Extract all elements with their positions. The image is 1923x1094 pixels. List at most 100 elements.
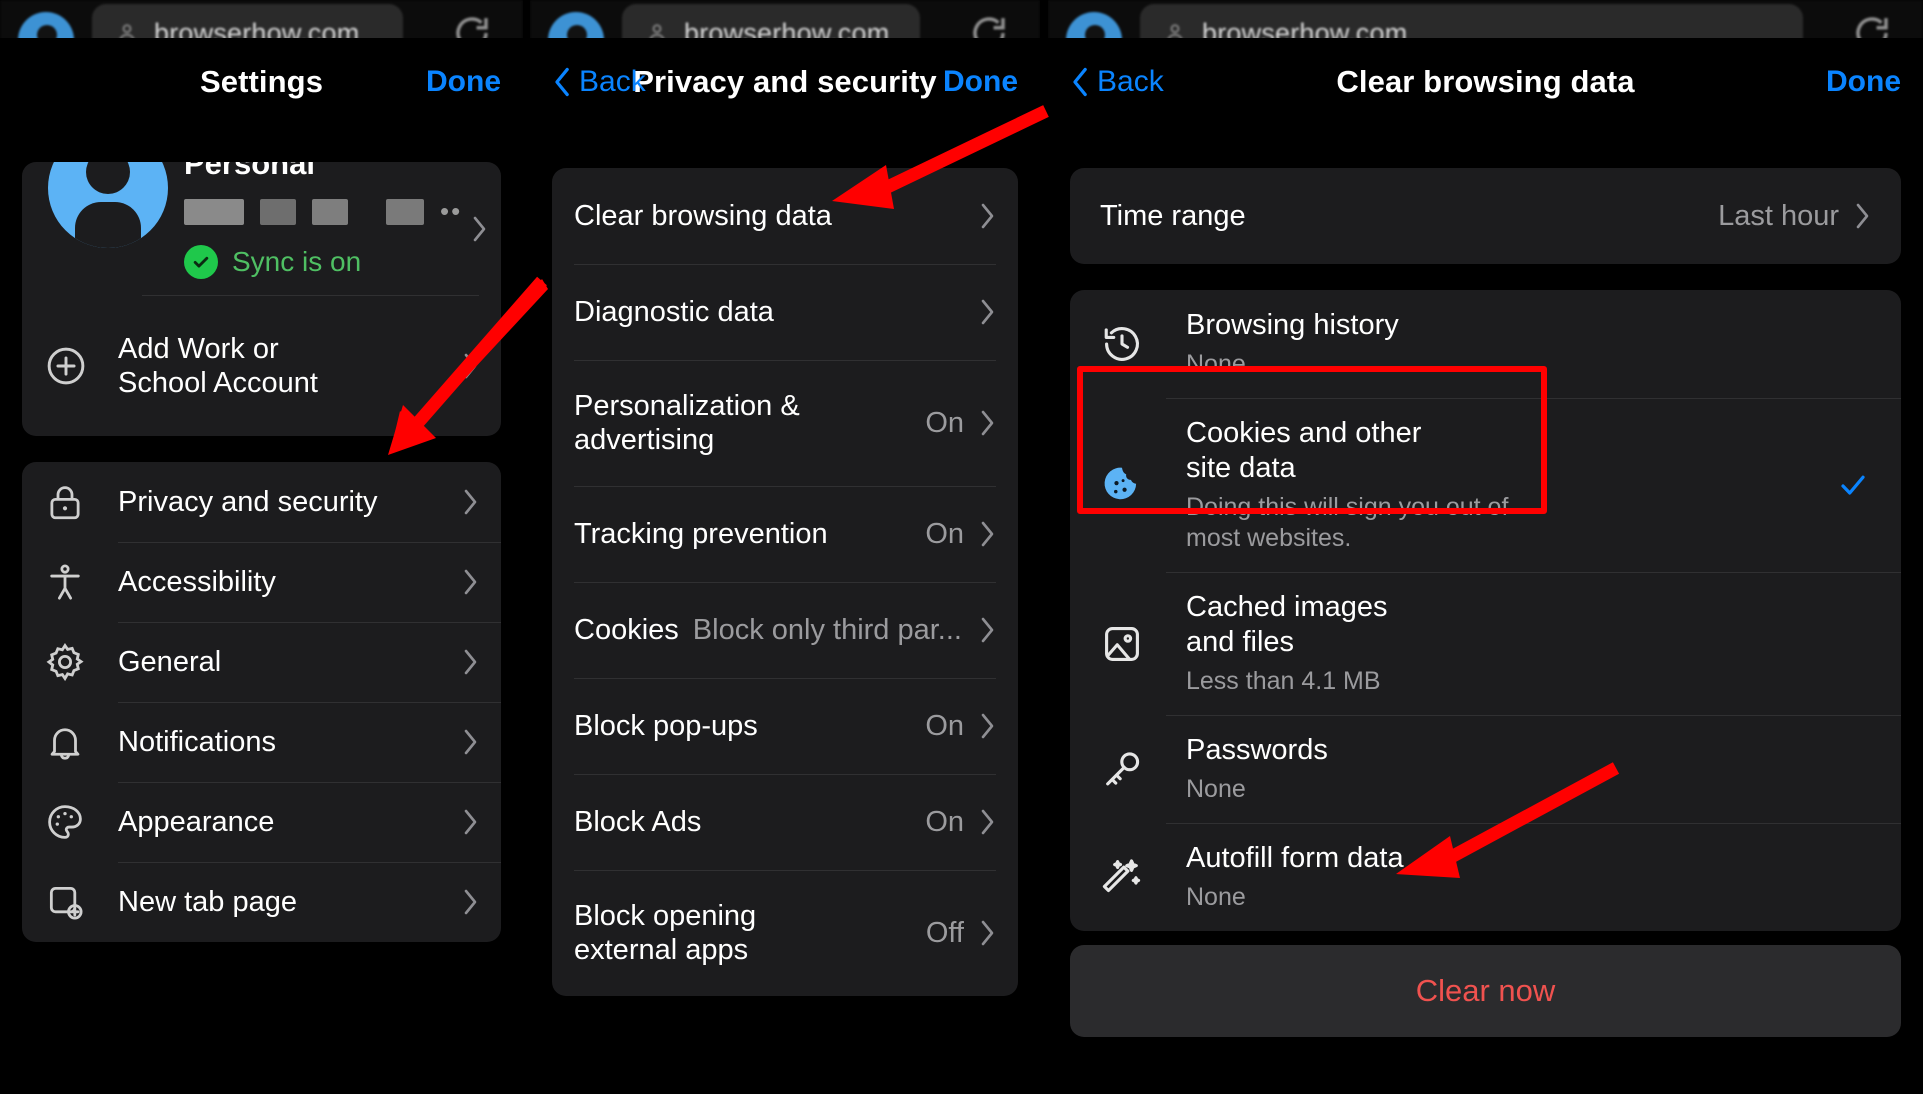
data-type-cached-images-and-files[interactable]: Cached images and files Less than 4.1 MB [1070, 572, 1901, 715]
menu-item-block-opening-external-apps[interactable]: Block opening external apps Off [552, 870, 1018, 996]
menu-item-label: Tracking prevention [574, 517, 828, 550]
settings-content: Personal •• Sync is on Add Work or Schoo… [0, 126, 523, 1094]
redacted-email-dots: •• [440, 196, 463, 226]
chevron-right-icon [447, 568, 479, 596]
settings-navbar: Settings Done [0, 38, 523, 126]
accessibility-icon [44, 561, 118, 603]
time-range-value: Last hour [1718, 199, 1839, 232]
data-type-sub: None [1186, 349, 1246, 378]
sidebar-item-general[interactable]: General [22, 622, 501, 702]
menu-item-block-ads[interactable]: Block Ads On [552, 774, 1018, 870]
data-type-text: Autofill form data None [1186, 823, 1831, 931]
sidebar-item-new-tab-page[interactable]: New tab page [22, 862, 501, 942]
menu-item-diagnostic-data[interactable]: Diagnostic data [552, 264, 1018, 360]
menu-item-label: Personalization & advertising [574, 389, 800, 456]
data-type-label: Cached images and files [1186, 591, 1388, 658]
clear-now-label: Clear now [1415, 973, 1556, 1009]
menu-item-label: Clear browsing data [574, 199, 832, 232]
chevron-right-icon [447, 888, 479, 916]
done-button[interactable]: Done [943, 65, 1018, 99]
plus-circle-icon [44, 344, 118, 388]
cookie-icon [1100, 463, 1186, 507]
bell-icon [44, 721, 118, 763]
chevron-left-icon [555, 67, 569, 97]
clear-now-button[interactable]: Clear now [1070, 945, 1901, 1038]
chevron-left-icon [1073, 67, 1087, 97]
lock-icon [44, 481, 118, 523]
profile-card: Personal •• Sync is on Add Work or Schoo… [22, 162, 501, 437]
done-button[interactable]: Done [426, 65, 501, 99]
data-type-autofill-form-data[interactable]: Autofill form data None [1070, 823, 1901, 931]
chevron-right-icon [447, 352, 479, 380]
profile-row[interactable]: Personal •• Sync is on [22, 162, 501, 295]
privacy-sheet: Back Privacy and security Done Clear bro… [530, 38, 1040, 1094]
privacy-list-card: Clear browsing data Diagnostic data Pers… [552, 168, 1018, 996]
settings-list-card: Privacy and security Accessibility Gener… [22, 462, 501, 943]
cookie-glyph [1104, 467, 1137, 500]
menu-item-block-pop-ups[interactable]: Block pop-ups On [552, 678, 1018, 774]
sidebar-item-accessibility[interactable]: Accessibility [22, 542, 501, 622]
data-type-label: Passwords [1186, 733, 1328, 766]
time-range-card: Time range Last hour [1070, 168, 1901, 264]
privacy-navbar: Back Privacy and security Done [530, 38, 1040, 126]
sidebar-item-label: Notifications [118, 726, 276, 759]
privacy-and-security-panel: browserhow.com Back Privacy and security… [530, 0, 1040, 1094]
menu-item-label: Block pop-ups [574, 709, 758, 742]
chevron-right-icon [1839, 202, 1871, 230]
sidebar-item-privacy-and-security[interactable]: Privacy and security [22, 462, 501, 542]
sidebar-item-label: New tab page [118, 886, 297, 919]
chevron-right-icon [964, 520, 996, 548]
account-avatar-icon [48, 162, 168, 248]
sync-status-label: Sync is on [232, 246, 362, 277]
menu-item-value: Off [925, 916, 964, 949]
clear-data-content: Time range Last hour Browsing history No… [1048, 126, 1923, 1094]
menu-item-personalization-and-advertising[interactable]: Personalization & advertising On [552, 360, 1018, 486]
data-type-label: Browsing history [1186, 309, 1399, 341]
time-range-row[interactable]: Time range Last hour [1070, 168, 1901, 264]
chevron-right-icon [964, 409, 996, 437]
menu-item-value: Block only third par... [692, 613, 962, 646]
data-type-label: Cookies and other site data [1186, 417, 1422, 484]
data-type-passwords[interactable]: Passwords None [1070, 714, 1901, 823]
data-type-label: Autofill form data [1186, 842, 1404, 875]
menu-item-tracking-prevention[interactable]: Tracking prevention On [552, 486, 1018, 582]
data-type-sub: Less than 4.1 MB [1186, 666, 1381, 695]
back-button[interactable]: Back [552, 65, 646, 99]
page-title: Clear browsing data [1336, 64, 1635, 99]
sidebar-item-notifications[interactable]: Notifications [22, 702, 501, 782]
sidebar-item-label: Appearance [118, 806, 275, 839]
chevron-right-icon [447, 808, 479, 836]
data-type-text: Passwords None [1186, 715, 1831, 823]
menu-item-cookies[interactable]: Cookies Block only third par... [552, 582, 1018, 678]
clear-data-sheet: Back Clear browsing data Done Time range… [1048, 38, 1923, 1094]
gear-icon [44, 641, 118, 683]
data-type-cookies-and-site-data[interactable]: Cookies and other site data Doing this w… [1070, 398, 1901, 572]
chevron-right-icon [447, 648, 479, 676]
chevron-right-icon [447, 488, 479, 516]
settings-sheet: Settings Done Personal •• Sync is on Add… [0, 38, 523, 1094]
chevron-right-icon [964, 808, 996, 836]
menu-item-value: On [925, 805, 964, 838]
done-button[interactable]: Done [1826, 65, 1901, 99]
back-label: Back [1097, 65, 1164, 98]
check-circle-icon [184, 245, 218, 279]
sync-status-row: Sync is on [184, 245, 462, 279]
magic-wand-icon [1100, 855, 1186, 899]
data-type-text: Browsing history None [1186, 290, 1831, 398]
chevron-right-icon [964, 298, 996, 326]
sidebar-item-label: General [118, 646, 222, 679]
screenshot-stage: browserhow.com Settings Done Personal ••… [0, 0, 1923, 1094]
menu-item-label: Block opening external apps [574, 899, 757, 966]
back-button[interactable]: Back [1070, 65, 1164, 99]
time-range-label: Time range [1100, 199, 1246, 232]
chevron-right-icon [964, 712, 996, 740]
menu-item-label: Diagnostic data [574, 295, 774, 328]
data-type-text: Cookies and other site data Doing this w… [1186, 398, 1831, 572]
menu-item-clear-browsing-data[interactable]: Clear browsing data [552, 168, 1018, 264]
chevron-right-icon [964, 919, 996, 947]
data-type-browsing-history[interactable]: Browsing history None [1070, 290, 1901, 398]
key-icon [1100, 747, 1186, 791]
sidebar-item-appearance[interactable]: Appearance [22, 782, 501, 862]
add-work-or-school-account-row[interactable]: Add Work or School Account [22, 296, 501, 436]
data-types-card: Browsing history None Cookies and other … [1070, 290, 1901, 932]
